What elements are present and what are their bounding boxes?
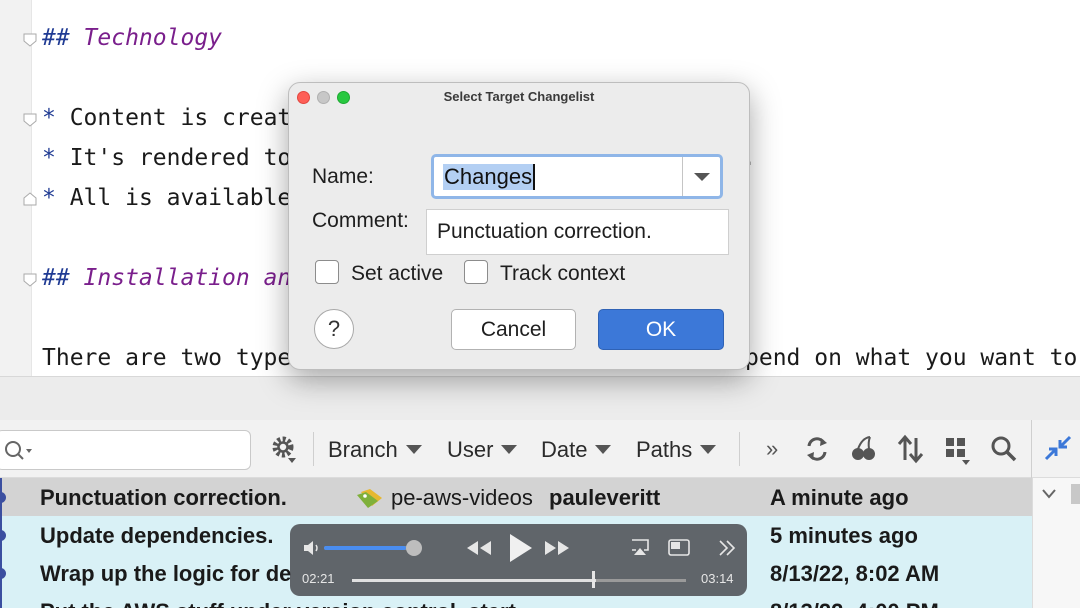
fold-marker-icon[interactable]: [23, 33, 37, 47]
editor-line-fragment: pend on what you want to a: [745, 345, 1080, 371]
editor-gutter: [0, 0, 32, 376]
scrollbar-thumb[interactable]: [1071, 484, 1080, 504]
set-active-checkbox[interactable]: [315, 260, 339, 284]
airplay-icon[interactable]: [630, 538, 650, 556]
more-options-icon[interactable]: [718, 539, 736, 557]
video-player-controls[interactable]: 02:21 03:14: [290, 524, 747, 596]
fold-marker-icon[interactable]: [23, 192, 37, 206]
rewind-icon[interactable]: [466, 539, 492, 557]
playback-progress-fill: [352, 579, 596, 582]
branch-tag-icon: [357, 489, 382, 508]
commit-author: pauleveritt: [549, 485, 661, 510]
help-button[interactable]: ?: [314, 309, 354, 349]
chevron-down-icon[interactable]: [1041, 488, 1057, 500]
combobox-dropdown-button[interactable]: [682, 157, 720, 196]
volume-slider[interactable]: [324, 546, 415, 550]
commit-row[interactable]: Punctuation correction. pe-aws-videos pa…: [0, 478, 1032, 516]
fast-forward-icon[interactable]: [544, 539, 570, 557]
commit-date: A minute ago: [770, 485, 909, 510]
editor-line-bullet: * All is available: [42, 185, 292, 211]
track-context-checkbox[interactable]: [464, 260, 488, 284]
panel-splitter[interactable]: [0, 376, 1080, 420]
elapsed-time: 02:21: [302, 571, 335, 586]
toolbar-separator: [1031, 420, 1032, 478]
chevron-down-icon: [700, 445, 717, 454]
log-search-input[interactable]: [0, 430, 251, 470]
settings-gear-icon[interactable]: [268, 432, 298, 466]
editor-line-bullet: * It's rendered to: [42, 145, 292, 171]
toolbar-separator: [739, 432, 740, 466]
track-context-label[interactable]: Track context: [500, 262, 625, 286]
dialog-title: Select Target Changelist: [443, 89, 595, 104]
chevron-down-icon: [501, 445, 518, 454]
branch-label: pe-aws-videos: [391, 485, 533, 510]
editor-line-heading: ## Technology: [42, 25, 223, 51]
ok-button[interactable]: OK: [598, 309, 724, 350]
more-actions-icon[interactable]: »: [766, 436, 778, 462]
log-toolbar: Branch User Date Paths »: [0, 420, 1080, 478]
comment-textarea[interactable]: Punctuation correction.: [426, 209, 729, 255]
changelist-name-combobox[interactable]: Changes: [431, 154, 723, 199]
editor-line-bullet: * Content is creat: [42, 105, 292, 131]
cancel-button[interactable]: Cancel: [451, 309, 576, 350]
branch-filter[interactable]: Branch: [328, 437, 422, 463]
commit-date: 5 minutes ago: [770, 523, 918, 548]
editor-line-text: There are two type: [42, 345, 292, 371]
volume-icon[interactable]: [302, 540, 322, 556]
commit-graph-line: [0, 478, 2, 608]
fold-marker-icon[interactable]: [23, 273, 37, 287]
cherry-pick-icon[interactable]: [848, 432, 878, 466]
chevron-down-icon: [694, 173, 710, 181]
set-active-label[interactable]: Set active: [351, 262, 443, 286]
select-target-changelist-dialog: Select Target Changelist Name: Changes C…: [288, 82, 750, 370]
details-panel: [1032, 478, 1080, 608]
picture-in-picture-icon[interactable]: [668, 538, 690, 558]
chevron-down-icon: [595, 445, 612, 454]
toolbar-separator: [313, 432, 314, 466]
date-filter[interactable]: Date: [541, 437, 612, 463]
commit-date: 8/13/22, 4:00 PM: [770, 599, 939, 608]
volume-knob[interactable]: [406, 540, 422, 556]
commit-message: Put the AWS stuff under version control,…: [40, 599, 516, 608]
commit-message: Update dependencies.: [40, 523, 274, 548]
playback-progress-bar[interactable]: [352, 579, 686, 582]
paths-filter[interactable]: Paths: [636, 437, 717, 463]
refresh-icon[interactable]: [802, 432, 832, 466]
commit-date: 8/13/22, 8:02 AM: [770, 561, 940, 586]
comment-label: Comment:: [312, 209, 409, 232]
fold-marker-icon[interactable]: [23, 113, 37, 127]
collapse-panel-icon[interactable]: [1043, 432, 1073, 466]
grid-view-icon[interactable]: [942, 432, 972, 466]
chevron-down-icon: [405, 445, 422, 454]
play-icon[interactable]: [506, 532, 534, 564]
changelist-name-value[interactable]: Changes: [443, 164, 536, 190]
search-icon[interactable]: [988, 432, 1018, 466]
editor-line-heading: ## Installation an: [42, 265, 292, 291]
commit-message: Punctuation correction.: [40, 485, 287, 510]
name-label: Name:: [312, 165, 374, 188]
commit-message: Wrap up the logic for de: [40, 561, 292, 586]
total-time: 03:14: [701, 571, 734, 586]
search-icon: [5, 441, 32, 460]
sort-icon[interactable]: [895, 432, 925, 466]
volume-fill: [324, 546, 406, 550]
user-filter[interactable]: User: [447, 437, 518, 463]
comment-value: Punctuation correction.: [437, 220, 652, 243]
playback-scrubber[interactable]: [592, 571, 595, 588]
